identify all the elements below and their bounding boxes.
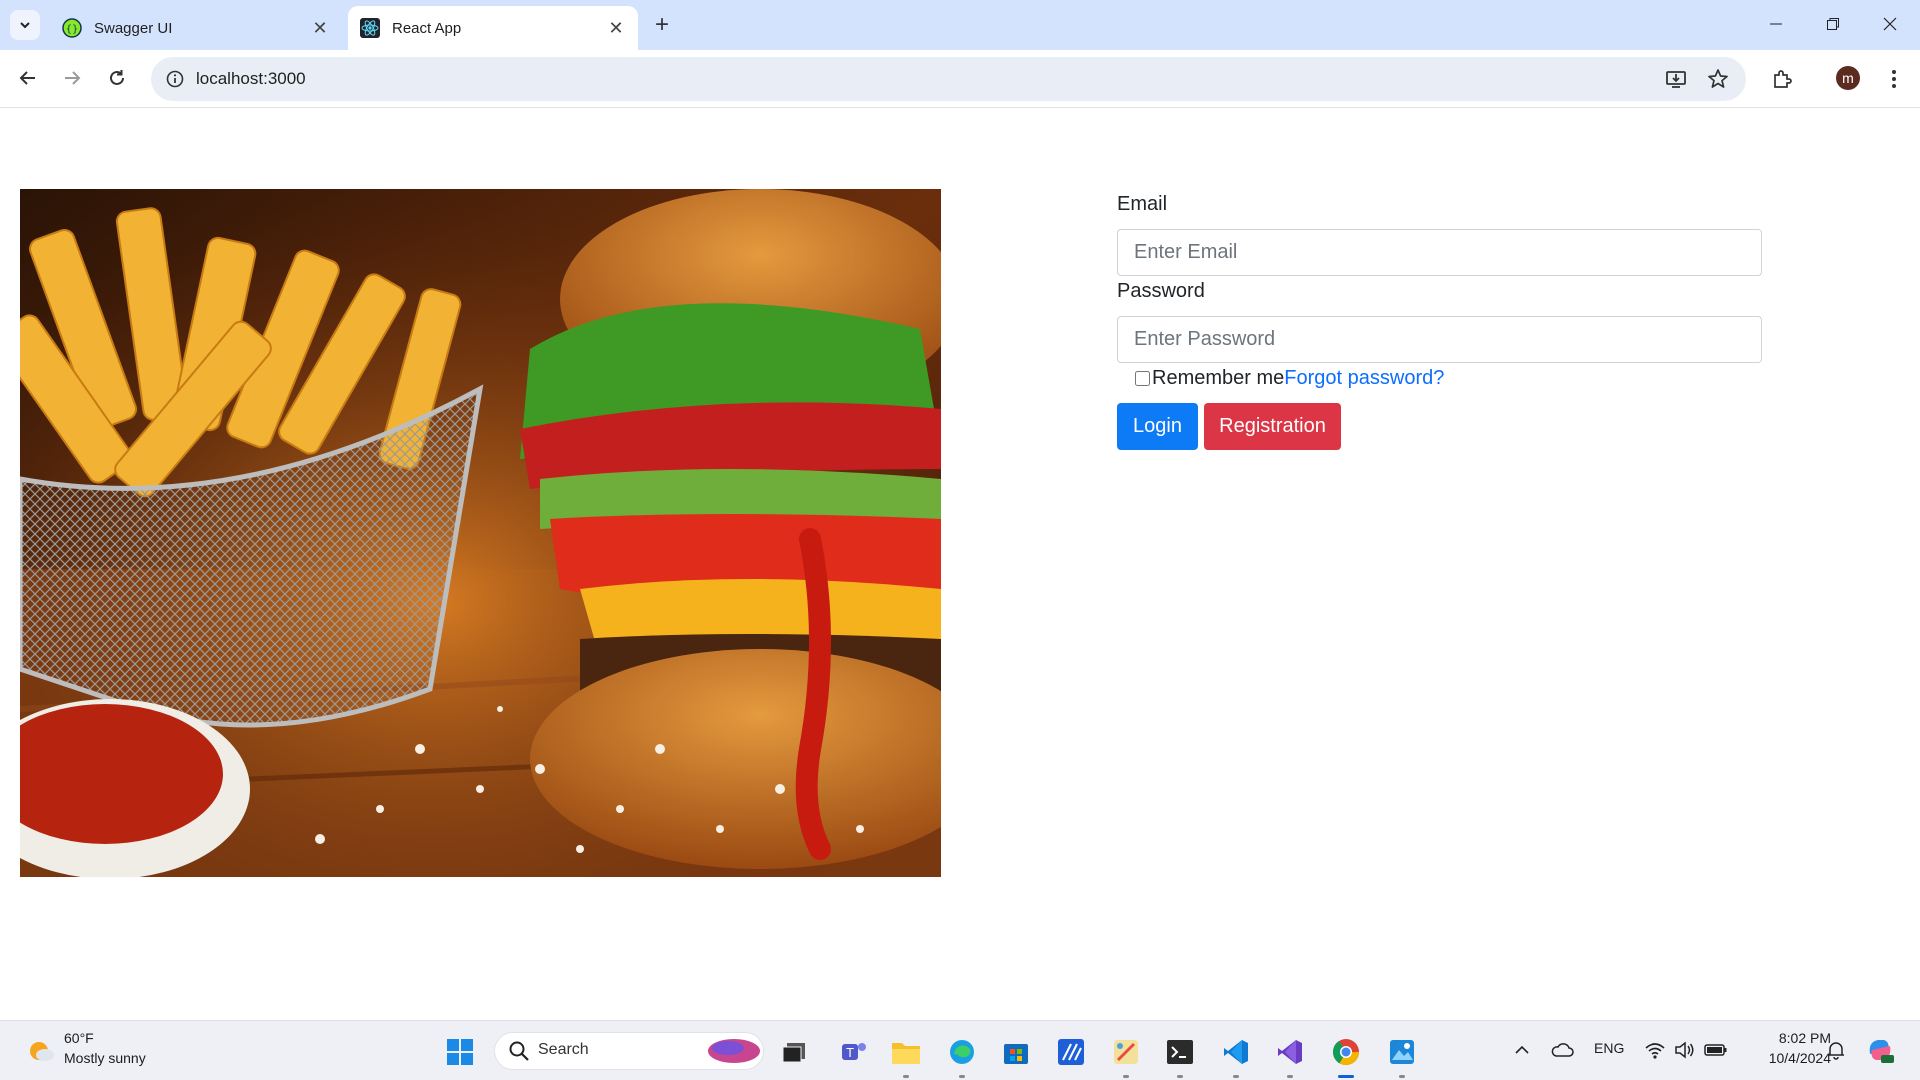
remember-row: Remember me Forgot password?	[1135, 367, 1444, 390]
password-label: Password	[1117, 280, 1205, 302]
vscode-icon[interactable]	[1218, 1034, 1254, 1078]
weather-temp: 60°F	[64, 1030, 94, 1046]
file-explorer-icon[interactable]	[888, 1034, 924, 1078]
photos-icon[interactable]	[1384, 1034, 1420, 1078]
restore-icon	[1827, 18, 1839, 30]
minimize-icon	[1770, 23, 1782, 25]
wifi-icon[interactable]	[1644, 1040, 1666, 1060]
chrome-icon[interactable]	[1328, 1034, 1364, 1078]
taskbar-search-label: Search	[538, 1041, 589, 1058]
search-icon	[508, 1040, 530, 1062]
store-icon[interactable]	[998, 1034, 1034, 1070]
registration-button[interactable]: Registration	[1204, 403, 1341, 450]
bookmark-star-icon[interactable]	[1704, 65, 1732, 93]
copilot-icon[interactable]	[1864, 1034, 1896, 1066]
teams-icon[interactable]: T	[836, 1034, 872, 1070]
install-app-icon[interactable]	[1662, 65, 1690, 93]
chevron-down-icon	[20, 22, 30, 29]
forgot-password-link[interactable]: Forgot password?	[1284, 367, 1444, 390]
close-window-button[interactable]	[1862, 0, 1918, 48]
tab-title: React App	[392, 19, 462, 37]
vs-code-alt-icon[interactable]	[1053, 1034, 1089, 1070]
volume-icon[interactable]	[1674, 1040, 1696, 1060]
forward-button[interactable]	[56, 62, 88, 94]
close-tab-icon[interactable]: ✕	[308, 16, 332, 40]
language-indicator[interactable]: ENG	[1594, 1040, 1624, 1056]
email-input[interactable]	[1117, 229, 1762, 276]
swagger-favicon-icon: {}	[62, 18, 82, 38]
battery-icon[interactable]	[1704, 1041, 1728, 1059]
food-photo	[20, 189, 941, 877]
reload-icon	[110, 70, 124, 85]
arrow-right-icon	[65, 71, 81, 85]
tab-title: Swagger UI	[94, 19, 173, 37]
back-button[interactable]	[12, 62, 44, 94]
minimize-button[interactable]	[1748, 0, 1804, 48]
arrow-left-icon	[19, 71, 35, 85]
weather-desc: Mostly sunny	[64, 1050, 146, 1066]
url-text[interactable]: localhost:3000	[196, 67, 306, 91]
remember-me-checkbox[interactable]	[1135, 371, 1150, 386]
password-input[interactable]	[1117, 316, 1762, 363]
terminal-icon[interactable]	[1162, 1034, 1198, 1078]
menu-kebab-icon[interactable]	[1880, 65, 1908, 93]
search-highlight-icon	[700, 1034, 762, 1068]
svg-text:{}: {}	[66, 24, 79, 35]
clock-date[interactable]: 10/4/2024	[1746, 1050, 1831, 1066]
notification-bell-icon[interactable]	[1826, 1040, 1846, 1060]
login-button[interactable]: Login	[1117, 403, 1198, 450]
tab-swagger-ui[interactable]: {} Swagger UI ✕	[50, 6, 342, 50]
clock-time[interactable]: 8:02 PM	[1756, 1030, 1831, 1046]
paint-icon[interactable]	[1108, 1034, 1144, 1078]
address-bar[interactable]	[151, 57, 1746, 101]
chevron-up-icon[interactable]	[1512, 1040, 1532, 1060]
visual-studio-icon[interactable]	[1272, 1034, 1308, 1078]
new-tab-button[interactable]: +	[648, 11, 676, 39]
svg-text:T: T	[845, 1046, 854, 1060]
weather-sun-icon[interactable]	[26, 1036, 56, 1066]
edge-icon[interactable]	[944, 1034, 980, 1078]
restore-button[interactable]	[1805, 0, 1861, 48]
extensions-icon[interactable]	[1768, 65, 1796, 93]
task-view-icon[interactable]	[776, 1034, 812, 1070]
profile-avatar[interactable]: m	[1836, 66, 1860, 90]
onedrive-cloud-icon[interactable]	[1550, 1040, 1574, 1060]
reload-button[interactable]	[101, 62, 133, 94]
close-tab-icon[interactable]: ✕	[604, 16, 628, 40]
tab-search-button[interactable]	[10, 10, 40, 40]
start-icon[interactable]	[442, 1034, 478, 1070]
email-label: Email	[1117, 193, 1168, 215]
close-icon	[1883, 17, 1897, 31]
react-favicon-icon	[360, 18, 380, 38]
tab-react-app[interactable]: React App ✕	[348, 6, 638, 50]
site-info-icon[interactable]	[163, 67, 187, 91]
remember-me-label: Remember me	[1152, 367, 1285, 389]
